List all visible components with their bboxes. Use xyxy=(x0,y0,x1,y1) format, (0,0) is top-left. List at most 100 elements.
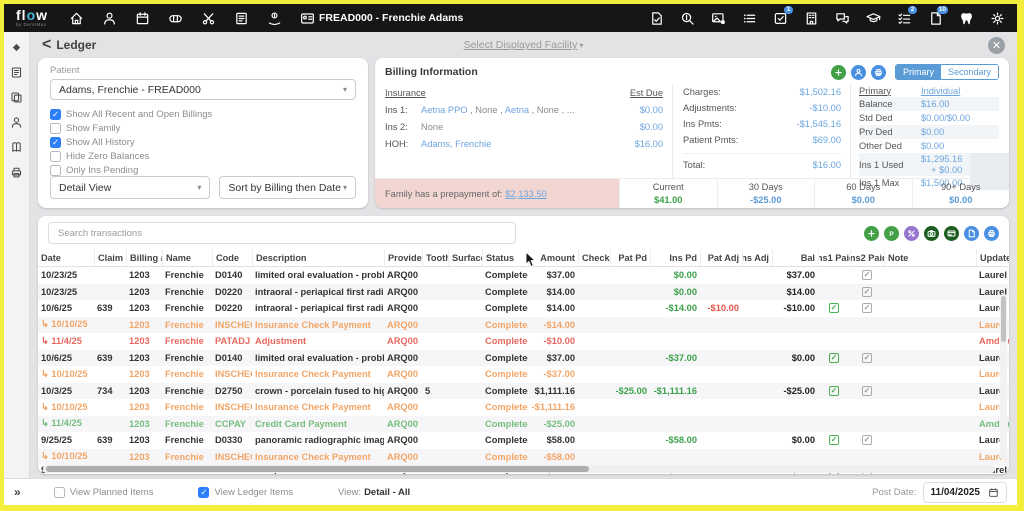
transaction-row[interactable]: ↳ 11/4/251203FrenchiePATADJAdjustmentARQ… xyxy=(38,333,1009,350)
insurance-link[interactable]: Adams, Frenchie xyxy=(421,139,491,149)
primary-secondary-toggle[interactable]: Primary Secondary xyxy=(895,64,999,80)
column-header-provider[interactable]: Provider xyxy=(384,249,422,266)
column-header-patpd[interactable]: Pat Pd xyxy=(610,249,650,266)
idcard-icon[interactable] xyxy=(299,10,315,26)
list-icon[interactable] xyxy=(741,10,757,26)
transaction-row[interactable]: 10/6/256391203FrenchieD0140limited oral … xyxy=(38,350,1009,367)
rail-printer-icon[interactable] xyxy=(10,166,23,179)
column-header-ins1[interactable]: Ins1 Paid xyxy=(818,249,850,266)
checklist-icon[interactable]: 2 xyxy=(896,10,912,26)
column-header-name[interactable]: Name xyxy=(162,249,212,266)
ins1-paid-checkbox[interactable]: ✓ xyxy=(829,435,839,445)
ins1-paid-checkbox[interactable]: ✓ xyxy=(829,303,839,313)
sort-mode-select[interactable]: Sort by Billing then Date ▾ xyxy=(219,176,356,199)
gradcap-icon[interactable] xyxy=(865,10,881,26)
column-header-note[interactable]: Note xyxy=(884,249,976,266)
chart-icon[interactable] xyxy=(233,10,249,26)
patient-insurance-button[interactable] xyxy=(851,65,866,80)
transaction-row[interactable]: ↳ 10/10/251203FrenchieINSCHECKInsurance … xyxy=(38,317,1009,334)
view-ledger-items-checkbox[interactable]: ✓ View Ledger Items xyxy=(198,487,293,498)
gear-icon[interactable] xyxy=(989,10,1005,26)
ins2-paid-checkbox[interactable]: ✓ xyxy=(862,353,872,363)
column-header-status[interactable]: Status xyxy=(482,249,528,266)
transaction-row[interactable]: 10/6/256391203FrenchieD0220intraoral - p… xyxy=(38,300,1009,317)
ins2-paid-checkbox[interactable]: ✓ xyxy=(862,386,872,396)
print-billing-button[interactable] xyxy=(871,65,886,80)
add-transaction-button[interactable] xyxy=(864,226,879,241)
taskcheck-icon[interactable]: 1 xyxy=(772,10,788,26)
insurance-link[interactable]: Aetna PPO xyxy=(421,105,468,115)
column-header-tooth[interactable]: Tooth xyxy=(422,249,448,266)
filter-checkbox[interactable]: ✓Show All Recent and Open Billings xyxy=(50,109,356,120)
column-header-amount[interactable]: Amount xyxy=(528,249,578,266)
transaction-row[interactable]: 10/23/251203FrenchieD0220intraoral - per… xyxy=(38,284,1009,301)
add-insurance-button[interactable] xyxy=(831,65,846,80)
horizontal-scrollbar[interactable] xyxy=(43,465,995,473)
calendar-icon[interactable] xyxy=(134,10,150,26)
checkbox-icon[interactable]: ✓ xyxy=(50,109,61,120)
checkbox-icon[interactable]: ✓ xyxy=(54,487,65,498)
rail-person-icon[interactable] xyxy=(10,116,23,129)
rail-copy-icon[interactable] xyxy=(10,91,23,104)
filedoc-icon[interactable]: 10 xyxy=(927,10,943,26)
transaction-row[interactable]: ↳ 10/10/251203FrenchieINSCHECKInsurance … xyxy=(38,399,1009,416)
statement-button[interactable] xyxy=(964,226,979,241)
ins2-paid-checkbox[interactable]: ✓ xyxy=(862,287,872,297)
transaction-row[interactable]: ↳ 10/10/251203FrenchieINSCHECKInsurance … xyxy=(38,366,1009,383)
column-header-desc[interactable]: Description xyxy=(252,249,384,266)
facility-selector[interactable]: Select Displayed Facility▾ xyxy=(30,39,1017,51)
vertical-scrollbar-thumb[interactable] xyxy=(1001,296,1006,342)
checkbox-icon[interactable]: ✓ xyxy=(50,165,61,176)
ins1-paid-checkbox[interactable]: ✓ xyxy=(829,353,839,363)
transaction-row[interactable]: ↳ 11/4/251203FrenchieCCPAYCredit Card Pa… xyxy=(38,416,1009,433)
checkbox-icon[interactable]: ✓ xyxy=(50,123,61,134)
column-header-patadj[interactable]: Pat Adj xyxy=(700,249,742,266)
ins2-paid-checkbox[interactable]: ✓ xyxy=(862,303,872,313)
adjustment-button[interactable] xyxy=(904,226,919,241)
filter-checkbox[interactable]: ✓Hide Zero Balances xyxy=(50,151,356,162)
tooth-icon[interactable] xyxy=(958,10,974,26)
chat-icon[interactable] xyxy=(834,10,850,26)
horizontal-scrollbar-thumb[interactable] xyxy=(46,466,589,472)
toggle-secondary[interactable]: Secondary xyxy=(941,65,998,79)
checkbox-icon[interactable]: ✓ xyxy=(198,487,209,498)
payment-button[interactable]: P xyxy=(884,226,899,241)
column-header-bal[interactable]: Bal xyxy=(772,249,818,266)
scissors-icon[interactable] xyxy=(200,10,216,26)
close-icon[interactable]: ✕ xyxy=(988,37,1005,54)
card-payment-button[interactable] xyxy=(944,226,959,241)
vertical-scrollbar[interactable] xyxy=(1000,294,1007,460)
print-button[interactable] xyxy=(984,226,999,241)
column-header-surface[interactable]: Surface xyxy=(448,249,482,266)
toggle-primary[interactable]: Primary xyxy=(896,65,941,79)
payhand-icon[interactable] xyxy=(266,10,282,26)
office-icon[interactable] xyxy=(803,10,819,26)
column-header-date[interactable]: Date xyxy=(38,249,94,266)
prepayment-amount-link[interactable]: $2,133.50 xyxy=(505,189,546,199)
ins2-paid-checkbox[interactable]: ✓ xyxy=(862,270,872,280)
view-mode-select[interactable]: Detail View ▾ xyxy=(50,176,210,199)
rail-note-icon[interactable] xyxy=(10,66,23,79)
filter-checkbox[interactable]: ✓Only Ins Pending xyxy=(50,165,356,176)
expand-chevrons-icon[interactable]: » xyxy=(14,485,21,499)
checkbox-icon[interactable]: ✓ xyxy=(50,151,61,162)
filter-checkbox[interactable]: ✓Show All History xyxy=(50,137,356,148)
column-header-insadj[interactable]: Ins Adj xyxy=(742,249,772,266)
search-input[interactable] xyxy=(48,222,516,244)
app-logo[interactable]: flow by DentiMax xyxy=(16,8,48,28)
post-date-input[interactable]: 11/04/2025 xyxy=(923,482,1008,503)
rail-book-icon[interactable] xyxy=(10,141,23,154)
home-icon[interactable] xyxy=(68,10,84,26)
column-header-code[interactable]: Code xyxy=(212,249,252,266)
rail-diamond-icon[interactable] xyxy=(10,41,23,54)
view-planned-items-checkbox[interactable]: ✓ View Planned Items xyxy=(54,487,154,498)
column-header-inspd[interactable]: Ins Pd xyxy=(650,249,700,266)
ins2-paid-checkbox[interactable]: ✓ xyxy=(862,435,872,445)
filter-checkbox[interactable]: ✓Show Family xyxy=(50,123,356,134)
doccheck-icon[interactable] xyxy=(648,10,664,26)
column-header-check[interactable]: Check # xyxy=(578,249,610,266)
person-icon[interactable] xyxy=(101,10,117,26)
transaction-row[interactable]: ↳ 10/10/251203FrenchieINSCHECKInsurance … xyxy=(38,449,1009,466)
insurance-link[interactable]: Aetna xyxy=(505,105,529,115)
column-header-billing[interactable]: Billing # xyxy=(126,249,162,266)
